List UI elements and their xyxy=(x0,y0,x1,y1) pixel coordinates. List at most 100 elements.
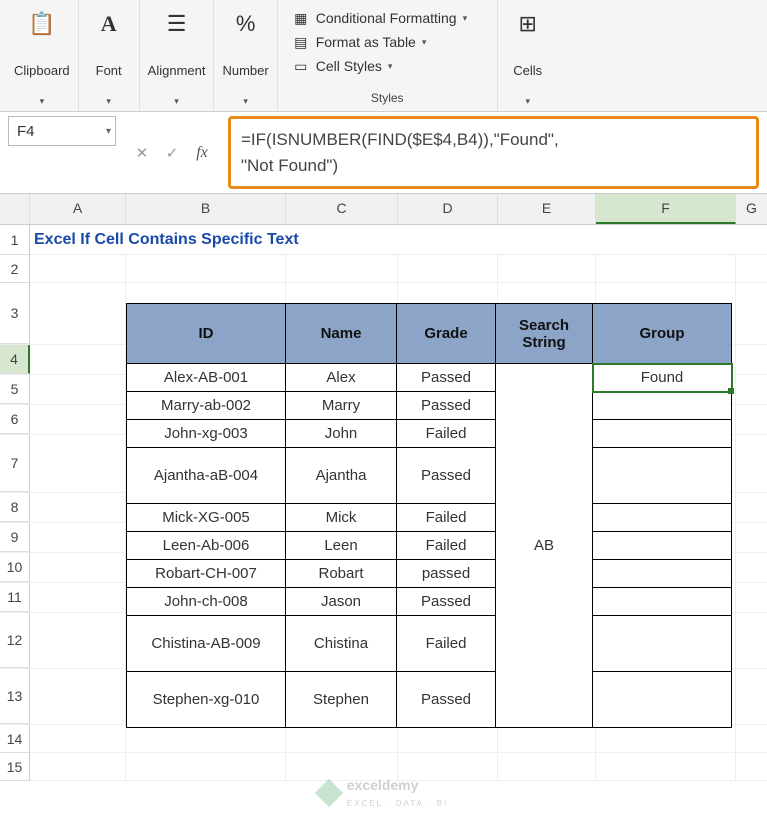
cell[interactable] xyxy=(30,583,126,612)
cell[interactable] xyxy=(30,493,126,522)
cell-name[interactable]: Marry xyxy=(286,392,397,420)
cell[interactable] xyxy=(126,725,286,753)
cell[interactable] xyxy=(30,375,126,404)
row-header-8[interactable]: 8 xyxy=(0,493,30,522)
cell-id[interactable]: Marry-ab-002 xyxy=(127,392,286,420)
cell-grade[interactable]: Passed xyxy=(397,672,496,728)
cell[interactable] xyxy=(736,283,767,344)
chevron-down-icon[interactable]: ▾ xyxy=(243,96,248,107)
cell-name[interactable]: Chistina xyxy=(286,616,397,672)
cell-id[interactable]: John-ch-008 xyxy=(127,588,286,616)
cell[interactable] xyxy=(498,255,596,283)
cell[interactable] xyxy=(30,523,126,552)
row-header-4[interactable]: 4 xyxy=(0,345,30,374)
cell-group[interactable] xyxy=(593,420,732,448)
cell-name[interactable]: Alex xyxy=(286,364,397,392)
clipboard-button[interactable]: 📋 xyxy=(20,6,64,42)
cell[interactable] xyxy=(30,725,126,753)
font-button[interactable]: A xyxy=(87,6,131,42)
row-header-6[interactable]: 6 xyxy=(0,405,30,434)
cell-id[interactable]: Alex-AB-001 xyxy=(127,364,286,392)
cell-grade[interactable]: Failed xyxy=(397,532,496,560)
table-header-name[interactable]: Name xyxy=(286,304,397,364)
cell[interactable] xyxy=(736,493,767,522)
row-header-13[interactable]: 13 xyxy=(0,669,30,724)
cell-name[interactable]: Stephen xyxy=(286,672,397,728)
chevron-down-icon[interactable]: ▾ xyxy=(106,96,111,107)
col-header-B[interactable]: B xyxy=(126,194,286,224)
cell-grade[interactable]: Passed xyxy=(397,364,496,392)
cell[interactable] xyxy=(286,753,398,781)
cell[interactable] xyxy=(126,753,286,781)
cell-group[interactable] xyxy=(593,392,732,420)
cell[interactable] xyxy=(736,583,767,612)
cell-id[interactable]: Leen-Ab-006 xyxy=(127,532,286,560)
cell-grade[interactable]: Passed xyxy=(397,448,496,504)
cell-group[interactable] xyxy=(593,672,732,728)
cell[interactable] xyxy=(286,725,398,753)
cell[interactable] xyxy=(736,255,767,283)
row-header-10[interactable]: 10 xyxy=(0,553,30,582)
row-header-7[interactable]: 7 xyxy=(0,435,30,492)
table-header-grade[interactable]: Grade xyxy=(397,304,496,364)
cell-group[interactable] xyxy=(593,588,732,616)
cell-name[interactable]: Ajantha xyxy=(286,448,397,504)
row-header-14[interactable]: 14 xyxy=(0,725,30,753)
row-header-9[interactable]: 9 xyxy=(0,523,30,552)
name-box[interactable]: F4 ▾ xyxy=(8,116,116,146)
cell[interactable] xyxy=(736,345,767,374)
cell-group[interactable] xyxy=(593,448,732,504)
cell-styles-button[interactable]: ▭ Cell Styles ▾ xyxy=(286,54,399,78)
cell-grade[interactable]: Failed xyxy=(397,504,496,532)
cell-name[interactable]: John xyxy=(286,420,397,448)
cell[interactable] xyxy=(30,553,126,582)
cell-id[interactable]: Robart-CH-007 xyxy=(127,560,286,588)
cell-grade[interactable]: Failed xyxy=(397,616,496,672)
row-header-12[interactable]: 12 xyxy=(0,613,30,668)
chevron-down-icon[interactable]: ▾ xyxy=(106,126,111,137)
cell-group[interactable] xyxy=(593,616,732,672)
cell[interactable] xyxy=(736,375,767,404)
cell[interactable] xyxy=(126,255,286,283)
cell[interactable] xyxy=(398,255,498,283)
col-header-E[interactable]: E xyxy=(498,194,596,224)
cell[interactable] xyxy=(398,753,498,781)
cell[interactable] xyxy=(736,669,767,724)
cell-name[interactable]: Jason xyxy=(286,588,397,616)
cell-id[interactable]: Mick-XG-005 xyxy=(127,504,286,532)
col-header-C[interactable]: C xyxy=(286,194,398,224)
cancel-icon[interactable]: ✕ xyxy=(132,144,152,162)
row-header-15[interactable]: 15 xyxy=(0,753,30,781)
cell[interactable] xyxy=(286,255,398,283)
cell-group[interactable]: Found xyxy=(593,364,732,392)
fx-icon[interactable]: fx xyxy=(192,144,212,162)
cell[interactable] xyxy=(30,345,126,374)
cell-name[interactable]: Robart xyxy=(286,560,397,588)
cell[interactable] xyxy=(398,725,498,753)
col-header-F[interactable]: F xyxy=(596,194,736,224)
cell[interactable] xyxy=(736,405,767,434)
cells-button[interactable]: ⊞ xyxy=(506,6,550,42)
formula-input[interactable]: =IF(ISNUMBER(FIND($E$4,B4)),"Found", "No… xyxy=(228,116,759,189)
number-button[interactable]: % xyxy=(224,6,268,42)
format-as-table-button[interactable]: ▤ Format as Table ▾ xyxy=(286,30,433,54)
cell-name[interactable]: Mick xyxy=(286,504,397,532)
cell-id[interactable]: Ajantha-aB-004 xyxy=(127,448,286,504)
conditional-formatting-button[interactable]: ▦ Conditional Formatting ▾ xyxy=(286,6,473,30)
cell[interactable] xyxy=(736,553,767,582)
cell-name[interactable]: Leen xyxy=(286,532,397,560)
row-header-5[interactable]: 5 xyxy=(0,375,30,404)
cell-id[interactable]: Chistina-AB-009 xyxy=(127,616,286,672)
cell-id[interactable]: Stephen-xg-010 xyxy=(127,672,286,728)
cell[interactable] xyxy=(736,753,767,781)
cell[interactable] xyxy=(736,523,767,552)
cell[interactable] xyxy=(596,725,736,753)
chevron-down-icon[interactable]: ▾ xyxy=(525,96,530,107)
row-header-3[interactable]: 3 xyxy=(0,283,30,344)
cell[interactable] xyxy=(498,725,596,753)
select-all-corner[interactable] xyxy=(0,194,30,224)
col-header-D[interactable]: D xyxy=(398,194,498,224)
cell[interactable] xyxy=(30,405,126,434)
cell[interactable] xyxy=(30,613,126,668)
chevron-down-icon[interactable]: ▾ xyxy=(174,96,179,107)
